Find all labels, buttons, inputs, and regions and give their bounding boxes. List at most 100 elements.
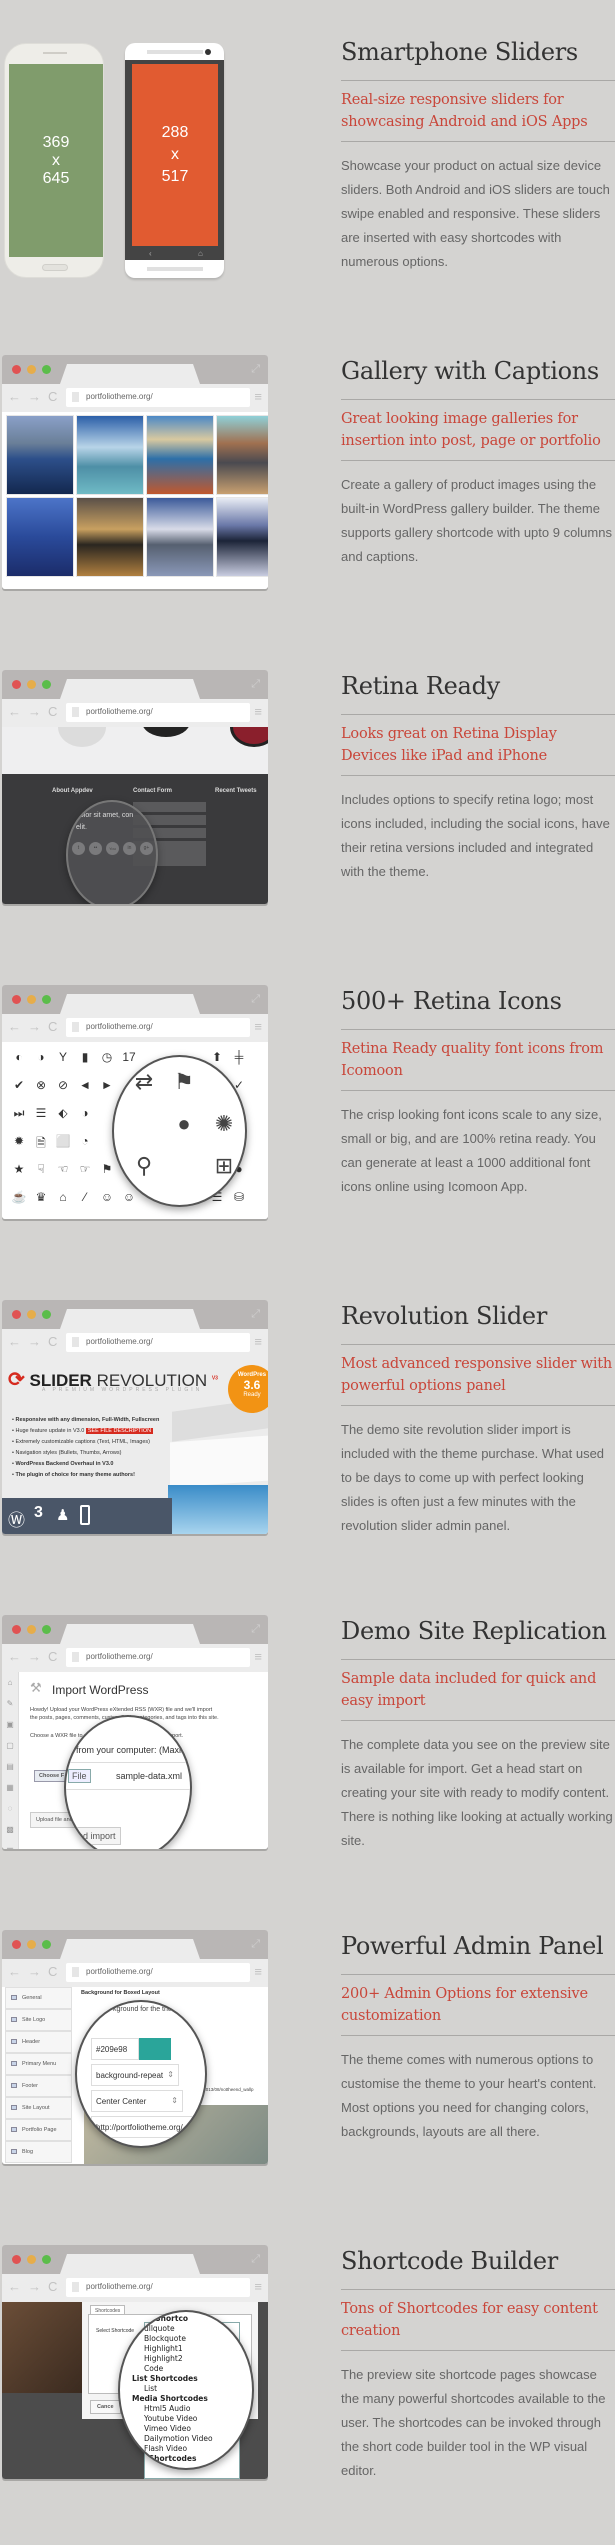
admin-menu-item[interactable]: Footer: [5, 2075, 72, 2097]
admin-menu-item[interactable]: Site Layout: [5, 2097, 72, 2119]
url-text: portfoliotheme.org/: [86, 392, 153, 401]
reload-icon: C: [48, 389, 58, 404]
shortcode-option[interactable]: Highlight2: [132, 2354, 213, 2364]
select-arrows-icon: ⇕: [167, 2070, 174, 2079]
font-icon: ☺: [100, 1190, 114, 1204]
camera-icon: [205, 49, 211, 55]
shortcode-option[interactable]: List: [132, 2384, 213, 2394]
menu-item-icon: [11, 2061, 17, 2066]
image-url-input[interactable]: http://portfoliotheme.org/: [91, 2116, 201, 2138]
feature-subtitle: Real-size responsive sliders for showcas…: [341, 92, 588, 130]
twitter-icon[interactable]: t: [72, 842, 85, 855]
shortcode-option[interactable]: Youtube Video: [132, 2414, 213, 2424]
shortcode-option[interactable]: Flash Video: [132, 2444, 213, 2454]
position-select[interactable]: Center Center ⇕: [91, 2090, 183, 2112]
version-label: V3: [211, 1375, 218, 1382]
font-icon: ♛: [35, 1190, 47, 1204]
flickr-icon[interactable]: ••: [89, 842, 102, 855]
admin-menu-label: Portfolio Page: [22, 2127, 57, 2133]
android-width: 369: [42, 133, 70, 151]
android-phone-mockup: 369 x 645: [4, 43, 104, 278]
menu-icon: ≡: [254, 1019, 262, 1034]
file-button[interactable]: File: [68, 1769, 91, 1783]
cancel-button[interactable]: Cance: [90, 2400, 121, 2414]
expand-icon: ⤢: [251, 993, 260, 1005]
feature-description: The theme comes with numerous options to…: [341, 2052, 597, 2139]
repeat-select[interactable]: background-repeat ⇕: [91, 2064, 179, 2086]
url-bar: portfoliotheme.org/: [66, 388, 250, 407]
forward-arrow-icon: →: [28, 389, 41, 404]
feature-title: Shortcode Builder: [341, 2247, 558, 2275]
gallery-image: [216, 497, 268, 577]
admin-menu-item[interactable]: Header: [5, 2031, 72, 2053]
wordpress-icon: Ⓦ: [8, 1511, 25, 1530]
admin-menu-item[interactable]: General: [5, 1987, 72, 2009]
page-icon: [72, 1652, 79, 1662]
shortcode-option[interactable]: Code: [132, 2364, 213, 2374]
browser-mockup: ⤢ ← → Cportfoliotheme.org/≡ ◐ ◑ Y ▮ ◷ 17 ⬆ ╪ ✔ ⊗ ⊘ ◄ ►…: [2, 985, 268, 1219]
admin-menu-label: Site Layout: [22, 2105, 50, 2111]
linkedin-icon[interactable]: in: [123, 842, 136, 855]
admin-menu-item[interactable]: Primary Menu: [5, 2053, 72, 2075]
maximize-dot-icon: [42, 680, 51, 689]
color-input[interactable]: #209e98: [91, 2038, 139, 2060]
minimize-dot-icon: [27, 1310, 36, 1319]
shortcode-option[interactable]: Blockquote: [132, 2334, 213, 2344]
font-icon: ⬖: [58, 1106, 68, 1120]
divider: [341, 775, 615, 776]
feature-subtitle: Great looking image galleries for insert…: [341, 411, 601, 449]
shortcode-option[interactable]: ullquote: [132, 2324, 213, 2334]
feature-title: Powerful Admin Panel: [341, 1932, 604, 1960]
iphone-width: 288: [161, 124, 189, 141]
minimize-dot-icon: [27, 1940, 36, 1949]
android-x: x: [52, 151, 60, 169]
font-icon: Y: [58, 1050, 67, 1064]
upload-import-button[interactable]: and import: [68, 1827, 121, 1845]
url-text: portfoliotheme.org/: [86, 1652, 153, 1661]
lens-text: dolor sit amet, con: [76, 812, 134, 819]
admin-menu-item[interactable]: Site Logo: [5, 2009, 72, 2031]
icons-content: ◐◑Y▮◷17⬆╪✔⊗⊘◄►✓⏭☰⬖◑⌄✹🗎⬜◔♨★☟☜☞⚑●☕♛⌂⁄☺☺◔☰⛁…: [2, 1042, 268, 1219]
google-plus-icon[interactable]: g+: [140, 842, 153, 855]
lens-caption: kground for the the: [113, 2006, 172, 2013]
divider: [341, 1659, 615, 1660]
divider: [341, 1029, 615, 1030]
menu-item-icon: [11, 2105, 17, 2110]
admin-sidebar: General Site Logo Header Primary Menu Footer…: [5, 1987, 72, 2164]
menu-icon: ≡: [254, 1334, 262, 1349]
feature-shortcode-builder: ⤢ ← → Cportfoliotheme.org/ ≡ Shortcodes Sel…: [0, 2230, 615, 2545]
youtube-icon[interactable]: You: [106, 842, 119, 855]
phone-grille-bottom: [147, 267, 203, 271]
feature-smartphone-sliders: 369 x 645 288 x 517 ‹ ⌂ Smartphone Slide…: [0, 0, 615, 315]
browser-tab: [60, 1309, 200, 1329]
admin-menu-item[interactable]: Blog: [5, 2141, 72, 2163]
divider: [66, 1789, 190, 1790]
maximize-dot-icon: [42, 995, 51, 1004]
shortcode-option[interactable]: Dailymotion Video: [132, 2434, 213, 2444]
phone-speaker: [43, 52, 67, 54]
font-icon: ✔: [13, 1078, 25, 1092]
shortcode-option[interactable]: Html5 Audio: [132, 2404, 213, 2414]
option-group-label: Media Shortcodes: [132, 2394, 208, 2403]
android-screen: 369 x 645: [9, 64, 103, 257]
divider: [341, 141, 615, 142]
font-icon: ◄: [79, 1078, 91, 1092]
gallery-image: [146, 497, 214, 577]
color-swatch[interactable]: [139, 2038, 171, 2060]
feature-title: Demo Site Replication: [341, 1617, 607, 1645]
menu-item-icon: [11, 2127, 17, 2132]
admin-menu-item[interactable]: Portfolio Page: [5, 2119, 72, 2141]
close-dot-icon: [12, 995, 21, 1004]
admin-menu-label: Header: [22, 2039, 41, 2045]
shortcode-option[interactable]: Highlight1: [132, 2344, 213, 2354]
gallery-image: [76, 415, 144, 495]
feature-description: The demo site revolution slider import i…: [341, 1422, 605, 1533]
shortcode-option[interactable]: Vimeo Video: [132, 2424, 213, 2434]
page-icon: [72, 2282, 79, 2292]
circle-image: [58, 727, 106, 747]
admin-menu-label: Blog: [22, 2149, 34, 2155]
see-file-badge: SEE FILE DESCRIPTION: [85, 1428, 154, 1434]
divider: [341, 1974, 615, 1975]
refresh-icon: ⟳: [8, 1369, 25, 1391]
feature-description: The preview site shortcode pages showcas…: [341, 2367, 606, 2478]
